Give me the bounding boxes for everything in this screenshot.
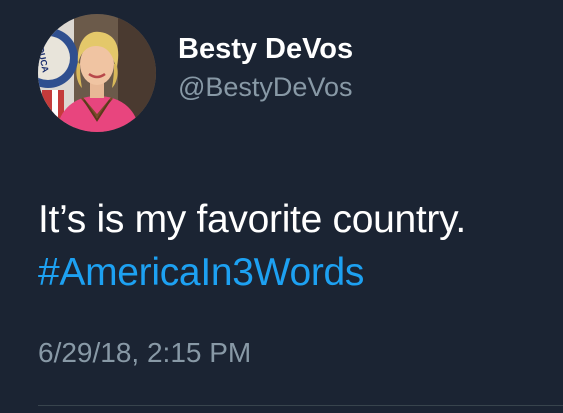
hashtag-link[interactable]: #AmericaIn3Words <box>38 246 548 299</box>
avatar[interactable]: EDUCA <box>38 14 156 132</box>
user-info: Besty DeVos @BestyDeVos <box>178 32 353 103</box>
tweet-card: EDUCA Besty DeVos @BestyDeVos It’s is my… <box>0 0 563 413</box>
user-handle[interactable]: @BestyDeVos <box>178 71 353 103</box>
tweet-timestamp[interactable]: 6/29/18, 2:15 PM <box>38 336 251 370</box>
avatar-photo <box>38 14 156 132</box>
display-name[interactable]: Besty DeVos <box>178 32 353 66</box>
tweet-text: It’s is my favorite country. #AmericaIn3… <box>38 193 548 299</box>
divider <box>38 405 563 406</box>
tweet-body: It’s is my favorite country. <box>38 198 466 241</box>
